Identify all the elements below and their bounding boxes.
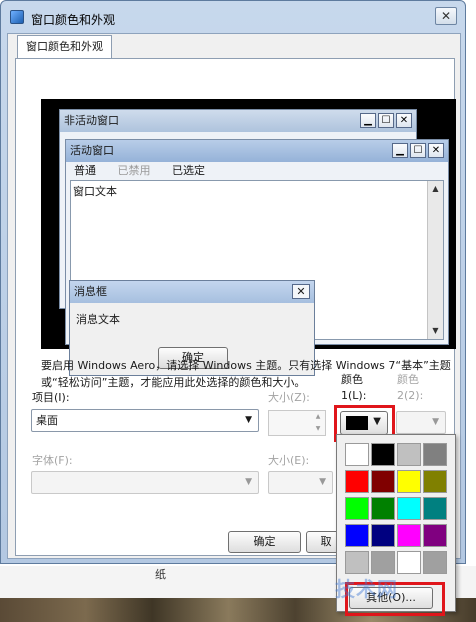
minimize-icon: ▁	[360, 113, 376, 128]
chevron-down-icon: ▼	[245, 415, 252, 425]
active-window-title: 活动窗口	[66, 140, 448, 162]
watermark-text: 技术网	[335, 577, 398, 601]
preview-menubar: 普通 已禁用 已选定	[70, 162, 444, 180]
item-select[interactable]: 桌面 ▼	[31, 409, 259, 432]
color1-swatch	[346, 416, 368, 430]
aero-info-text: 要启用 Windows Aero，请选择 Windows 主题。只有选择 Win…	[41, 359, 451, 389]
menu-disabled: 已禁用	[117, 164, 151, 177]
color-swatch-16[interactable]	[345, 551, 369, 574]
color-swatch-3[interactable]	[423, 443, 447, 466]
chevron-down-icon: ▼	[432, 417, 439, 427]
color1-button[interactable]: ▼	[340, 411, 388, 435]
color-swatch-8[interactable]	[345, 497, 369, 520]
color-swatch-12[interactable]	[345, 524, 369, 547]
color-swatch-4[interactable]	[345, 470, 369, 493]
window-icon	[10, 10, 24, 24]
minimize-icon: ▁	[392, 143, 408, 158]
size1-label: 大小(Z):	[268, 391, 310, 404]
color-swatch-6[interactable]	[397, 470, 421, 493]
color2-button[interactable]: ▼	[396, 411, 446, 434]
color-swatch-5[interactable]	[371, 470, 395, 493]
close-icon: ✕	[428, 143, 444, 158]
color1-label: 颜色 1(L):	[341, 373, 367, 402]
color-swatch-10[interactable]	[397, 497, 421, 520]
color-swatch-19[interactable]	[423, 551, 447, 574]
font-label: 字体(F):	[32, 454, 73, 467]
menu-normal: 普通	[74, 164, 96, 177]
size1-stepper[interactable]: ▲ ▼	[268, 410, 326, 436]
color-swatch-18[interactable]	[397, 551, 421, 574]
window-text-sample: 窗口文本	[73, 185, 117, 198]
desktop-label: 纸	[155, 568, 166, 581]
close-icon: ✕	[292, 284, 310, 299]
color-swatch-9[interactable]	[371, 497, 395, 520]
color-swatch-2[interactable]	[397, 443, 421, 466]
color-swatch-1[interactable]	[371, 443, 395, 466]
title-bar[interactable]: 窗口颜色和外观 ✕	[1, 1, 465, 33]
size2-label: 大小(E):	[268, 454, 310, 467]
window-title: 窗口颜色和外观	[31, 13, 116, 27]
color-swatch-15[interactable]	[423, 524, 447, 547]
scroll-down-icon: ▼	[432, 326, 439, 335]
chevron-down-icon: ▼	[319, 477, 326, 487]
message-text-sample: 消息文本	[76, 313, 120, 326]
window-close-button[interactable]: ✕	[435, 7, 457, 25]
chevron-down-icon: ▼	[373, 416, 381, 427]
message-box-title: 消息框	[70, 281, 314, 303]
spin-down-icon: ▼	[315, 425, 321, 432]
color-swatch-0[interactable]	[345, 443, 369, 466]
maximize-icon: ☐	[378, 113, 394, 128]
ok-button[interactable]: 确定	[228, 531, 301, 553]
color-swatch-13[interactable]	[371, 524, 395, 547]
preview-scrollbar: ▲ ▼	[427, 181, 443, 339]
size2-select[interactable]: ▼	[268, 471, 333, 494]
item-label: 项目(I):	[32, 391, 70, 404]
maximize-icon: ☐	[410, 143, 426, 158]
font-select[interactable]: ▼	[31, 471, 259, 494]
appearance-preview[interactable]: 非活动窗口 ▁ ☐ ✕ 活动窗口 ▁ ☐ ✕ 普通 已禁用 已选定 窗口文本 ▲…	[41, 99, 456, 376]
close-icon: ✕	[396, 113, 412, 128]
color-swatch-17[interactable]	[371, 551, 395, 574]
chevron-down-icon: ▼	[245, 477, 252, 487]
color2-label: 颜色 2(2):	[397, 373, 424, 402]
menu-selected: 已选定	[172, 164, 205, 177]
color-swatch-7[interactable]	[423, 470, 447, 493]
tab-appearance[interactable]: 窗口颜色和外观	[17, 35, 112, 59]
scroll-up-icon: ▲	[432, 184, 439, 193]
spin-up-icon: ▲	[315, 413, 321, 420]
color-swatch-14[interactable]	[397, 524, 421, 547]
color-swatch-11[interactable]	[423, 497, 447, 520]
